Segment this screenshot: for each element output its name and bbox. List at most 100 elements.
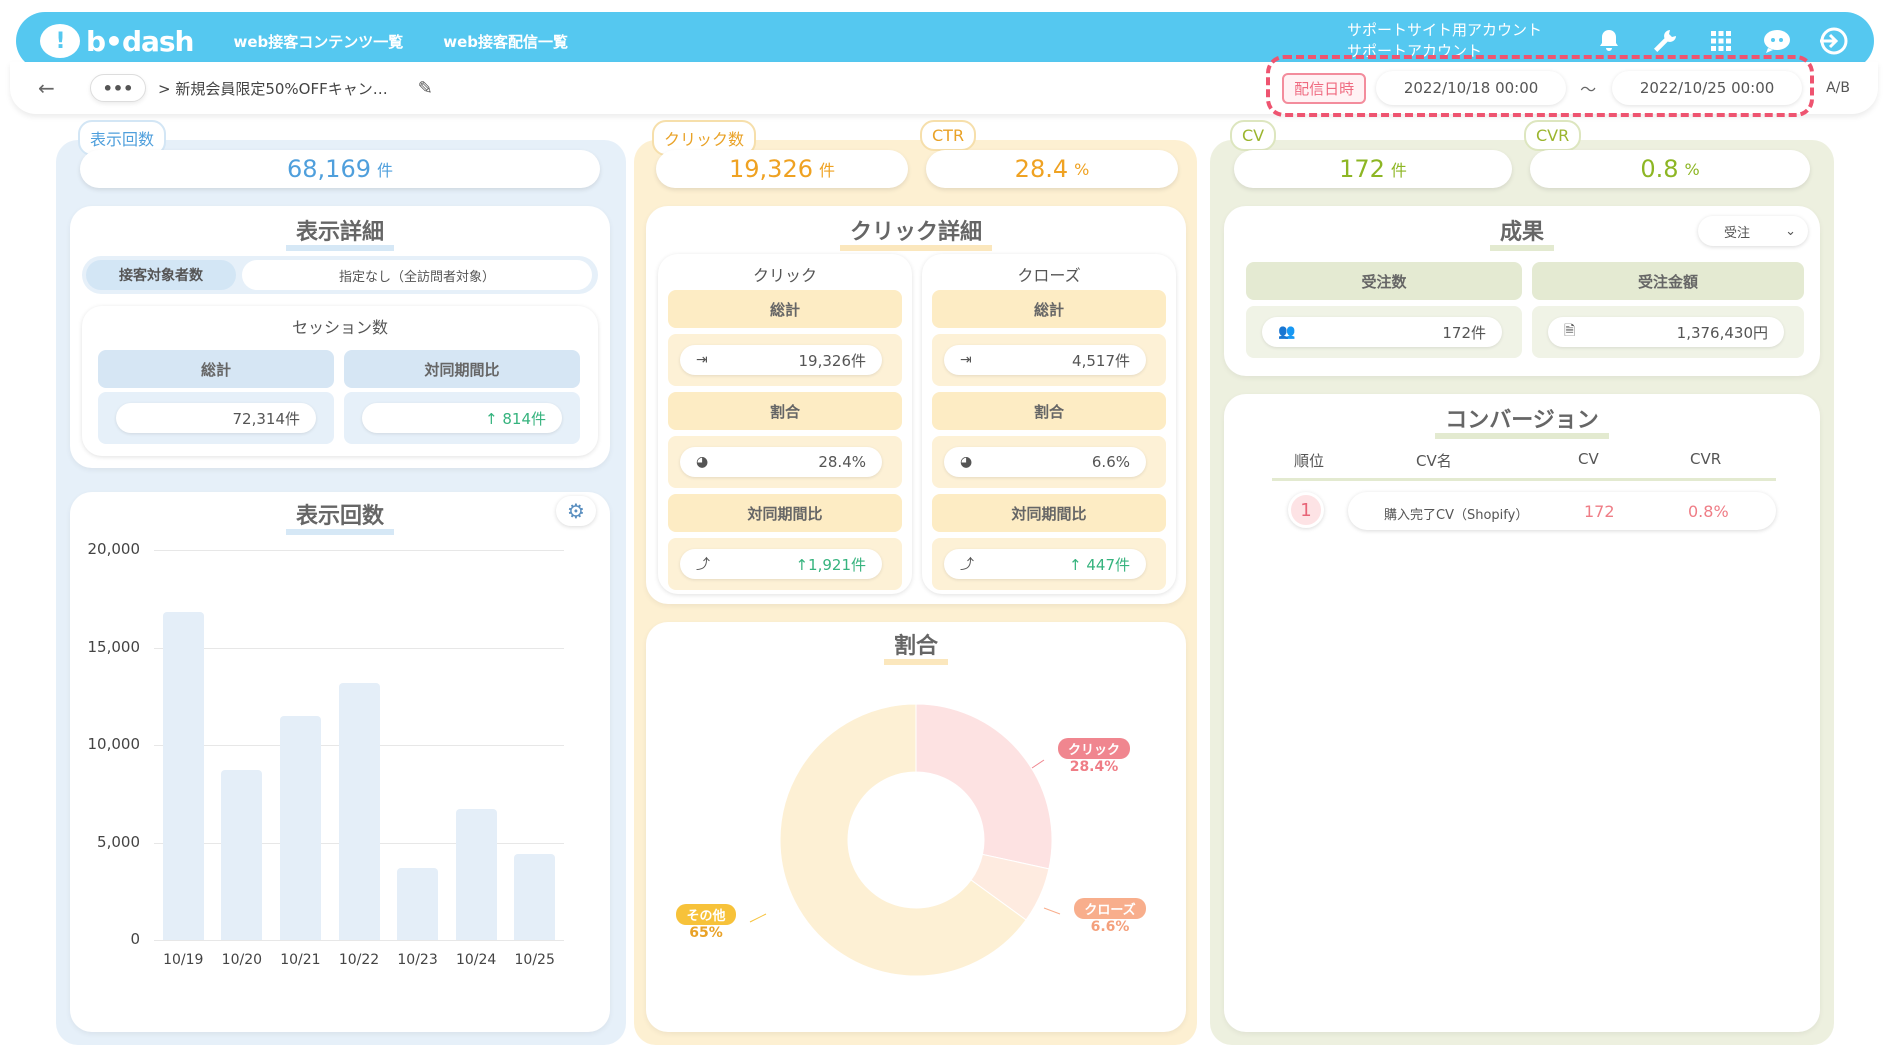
impressions-value: 68,169 [287, 155, 371, 183]
x-tick-label: 10/19 [163, 952, 204, 968]
delivery-date-range: 配信日時 2022/10/18 00:00 〜 2022/10/25 00:00 [1266, 55, 1815, 117]
cv-chip: CV [1230, 120, 1277, 151]
click-ratio-pill: ◕ 28.4% [680, 447, 882, 477]
ratio-card: 割合 クリック 28.4% クローズ 6.6% その他 65% [646, 622, 1186, 1032]
target-toggle: 接客対象者数 指定なし（全訪問者対象） [82, 256, 598, 294]
impressions-unit: 件 [376, 161, 393, 180]
click-subcard: クリック 総計 ⇥ 19,326件 割合 ◕ 28.4% 対同期間比 ⤴ ↑1,921… [658, 254, 912, 594]
results-type-select[interactable]: 受注 ⌄ [1698, 216, 1808, 246]
session-subcard: セッション数 総計 対同期間比 72,314件 ↑ 814件 [82, 306, 598, 456]
rank-badge: 1 [1288, 492, 1324, 528]
amount-pill: 🗎 1,376,430円 [1548, 317, 1784, 347]
orders-cell: 👥 172件 [1246, 306, 1522, 358]
clicks-unit: 件 [818, 161, 835, 180]
cv-unit: 件 [1390, 161, 1407, 180]
impressions-kpi: 68,169 件 [80, 150, 600, 188]
grid-icon[interactable] [1704, 24, 1738, 58]
account-site-name: サポートサイト用アカウント [1346, 21, 1542, 39]
back-arrow-icon[interactable]: ← [38, 76, 62, 100]
pie-chart-icon: ◕ [696, 454, 709, 470]
edit-pencil-icon[interactable]: ✎ [418, 78, 433, 99]
bar-10/21[interactable] [279, 715, 321, 940]
breadcrumb-more-button[interactable]: ••• [90, 74, 146, 102]
close-ratio-pill: ◕ 6.6% [944, 447, 1146, 477]
pie-chart-icon: ◕ [960, 454, 973, 470]
session-yoy-header: 対同期間比 [344, 350, 580, 388]
logout-icon[interactable] [1816, 24, 1850, 58]
donut-value-close: 6.6% [1090, 919, 1130, 935]
cv-value: 172 [1339, 155, 1385, 183]
bar-10/23[interactable] [397, 867, 439, 940]
bar-10/22[interactable] [338, 682, 380, 940]
amount-value: 1,376,430円 [1676, 323, 1768, 342]
cvr-value: 0.8 [1640, 155, 1679, 183]
nav-link-delivery-list[interactable]: web接客配信一覧 [443, 31, 568, 52]
chat-support-icon[interactable] [1760, 24, 1794, 58]
amount-header: 受注金額 [1532, 262, 1804, 300]
y-tick-label: 15,000 [87, 637, 141, 656]
cvr-cell: 0.8% [1688, 502, 1729, 521]
close-total-cell: ⇥ 4,517件 [932, 334, 1166, 386]
table-row[interactable]: 購入完了CV（Shopify） 172 0.8% [1348, 492, 1776, 530]
y-tick-label: 5,000 [97, 832, 140, 851]
logo-icon: ! [40, 24, 80, 58]
exit-door-icon: ⇥ [960, 352, 972, 368]
cv-kpi: 172 件 [1234, 150, 1512, 188]
impressions-chart-title: 表示回数 [70, 498, 610, 535]
session-yoy-value: ↑ 814件 [362, 403, 562, 433]
gridline [154, 940, 564, 941]
target-label[interactable]: 接客対象者数 [86, 260, 236, 290]
ratio-donut-chart [749, 703, 1061, 977]
ctr-kpi: 28.4% [926, 150, 1178, 188]
col-header-cv-name: CV名 [1416, 452, 1452, 470]
breadcrumb-current[interactable]: > 新規会員限定50%OFFキャン… [158, 78, 388, 99]
bar-10/20[interactable] [221, 770, 263, 940]
ab-test-toggle[interactable]: A/B [1826, 80, 1850, 96]
x-tick-label: 10/21 [280, 952, 321, 968]
close-yoy-value: ↑ 447件 [1069, 555, 1130, 574]
x-tick-label: 10/24 [455, 952, 497, 968]
click-total-cell: ⇥ 19,326件 [668, 334, 902, 386]
orders-header: 受注数 [1246, 262, 1522, 300]
line-chart-icon: ⤴ [960, 557, 974, 573]
session-title: セッション数 [291, 318, 388, 337]
line-chart-icon: ⤴ [696, 557, 710, 573]
session-total-header: 総計 [98, 350, 334, 388]
money-doc-icon: 🗎 [1564, 323, 1576, 339]
gridline [154, 647, 564, 649]
x-tick-label: 10/23 [397, 952, 438, 968]
y-tick-label: 10,000 [87, 735, 141, 753]
table-header-divider [1272, 478, 1776, 481]
bdash-logo[interactable]: ! b•dash [40, 24, 194, 58]
target-value[interactable]: 指定なし（全訪問者対象） [242, 260, 592, 290]
click-detail-title: クリック詳細 [646, 214, 1186, 251]
display-detail-title: 表示詳細 [70, 214, 610, 251]
close-ratio-value: 6.6% [1091, 453, 1130, 471]
click-ratio-header: 割合 [668, 392, 902, 430]
clicks-kpi: 19,326 件 [656, 150, 908, 188]
results-select-value: 受注 [1724, 225, 1751, 241]
donut-tag-click: クリック [1057, 738, 1130, 759]
click-total-header: 総計 [668, 290, 902, 328]
settings-gear-icon[interactable]: ⚙ [556, 496, 596, 526]
bar-10/25[interactable] [514, 854, 556, 940]
chevron-down-icon: ⌄ [1785, 223, 1796, 239]
col-header-rank: 順位 [1294, 452, 1325, 470]
donut-leader-line [749, 913, 767, 923]
close-ratio-header: 割合 [932, 392, 1166, 430]
donut-slice-0[interactable] [915, 703, 1053, 870]
bar-10/19[interactable] [162, 612, 204, 940]
x-tick-label: 10/22 [338, 952, 380, 968]
bar-10/24[interactable] [455, 809, 497, 940]
nav-link-content-list[interactable]: web接客コンテンツ一覧 [233, 31, 403, 52]
bell-icon[interactable] [1592, 24, 1626, 58]
donut-leader-line [1031, 759, 1045, 769]
exit-door-icon: ⇥ [696, 352, 708, 368]
click-total-pill: ⇥ 19,326件 [680, 345, 882, 375]
cvr-chip: CVR [1524, 120, 1582, 151]
wrench-icon[interactable] [1648, 24, 1682, 58]
click-ratio-cell: ◕ 28.4% [668, 436, 902, 488]
impressions-chart-card: 表示回数 ⚙ 20,000 15,000 10,000 5,000 0 10/19 10/2… [70, 492, 610, 1032]
donut-tag-other: その他 [676, 904, 736, 925]
clicks-value: 19,326 [729, 155, 813, 183]
